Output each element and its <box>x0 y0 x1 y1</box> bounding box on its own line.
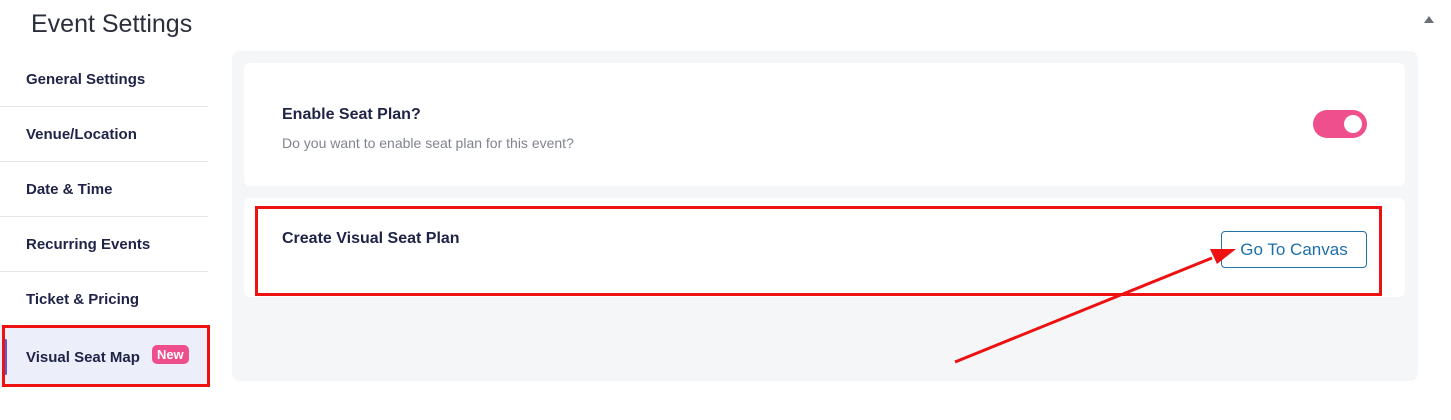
seat-settings-panel: Enable Seat Plan? Do you want to enable … <box>232 51 1418 381</box>
sidebar-item-label: Recurring Events <box>26 235 151 253</box>
sidebar-item-label: Venue/Location <box>26 125 137 143</box>
sidebar-item-label: Visual Seat Map <box>26 348 140 366</box>
sidebar-item-label: Date & Time <box>26 180 113 198</box>
go-to-canvas-button[interactable]: Go To Canvas <box>1221 231 1367 268</box>
sidebar-item-recurring-events[interactable]: Recurring Events <box>0 217 208 272</box>
visual-seat-plan-title: Create Visual Seat Plan <box>282 230 460 247</box>
new-badge: New <box>151 344 189 364</box>
enable-seat-plan-card: Enable Seat Plan? Do you want to enable … <box>244 63 1405 186</box>
sidebar-item-label: Ticket & Pricing <box>26 290 140 308</box>
sidebar-item-label: General Settings <box>26 70 146 88</box>
visual-seat-plan-card: Create Visual Seat Plan Go To Canvas <box>244 198 1405 297</box>
sidebar-item-ticket-pricing[interactable]: Ticket & Pricing <box>0 272 208 327</box>
chevron-up-icon[interactable] <box>1424 16 1434 23</box>
sidebar-item-date-time[interactable]: Date & Time <box>0 162 208 217</box>
event-settings-page: Event Settings General Settings Venue/Lo… <box>0 0 1451 420</box>
sidebar-item-venue-location[interactable]: Venue/Location <box>0 107 208 162</box>
enable-seat-plan-description: Do you want to enable seat plan for this… <box>282 135 574 151</box>
enable-seat-plan-title: Enable Seat Plan? <box>282 106 421 123</box>
sidebar-item-general-settings[interactable]: General Settings <box>0 52 208 107</box>
settings-sidebar: General Settings Venue/Location Date & T… <box>0 52 208 387</box>
enable-seat-plan-toggle[interactable] <box>1313 110 1367 138</box>
page-title: Event Settings <box>31 10 193 38</box>
toggle-knob <box>1344 115 1362 133</box>
sidebar-item-visual-seat-map[interactable]: Visual Seat Map New <box>0 327 208 387</box>
